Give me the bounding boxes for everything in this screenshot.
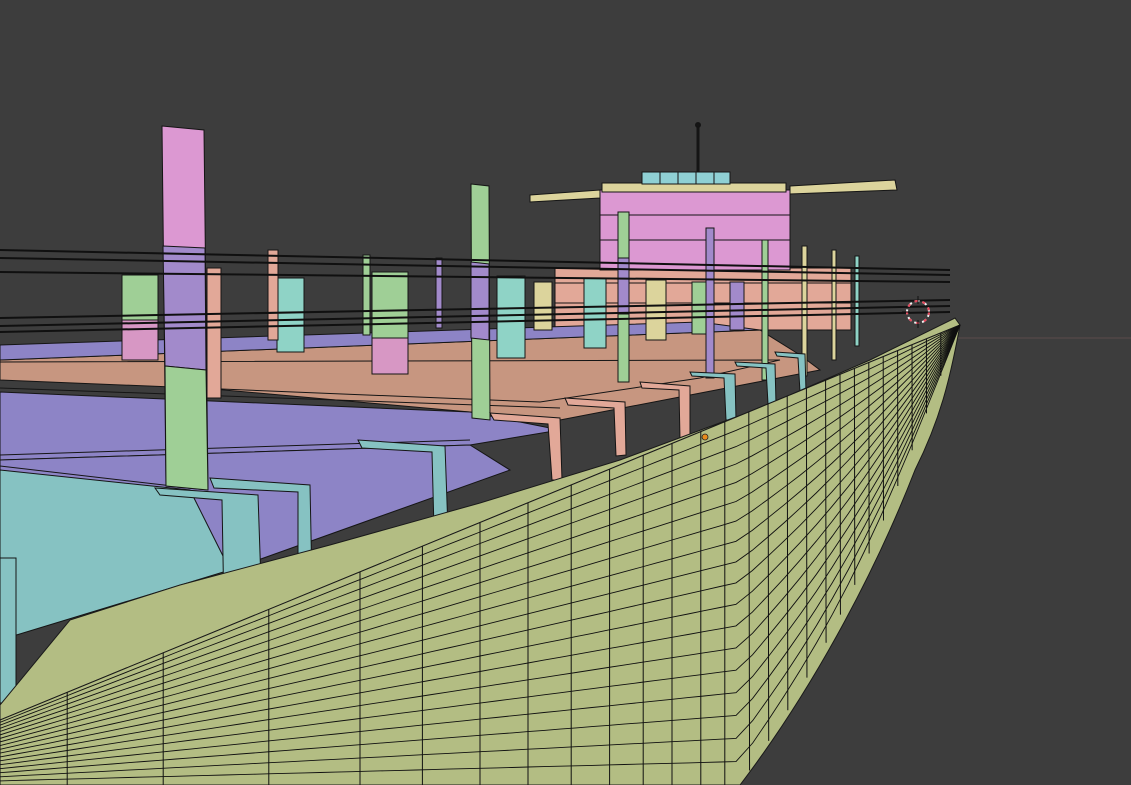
scene-canvas[interactable] (0, 0, 1131, 785)
bridge-windows (641, 171, 731, 185)
object-origin-icon (701, 433, 709, 441)
viewport-3d[interactable] (0, 0, 1131, 785)
post-front-left (0, 557, 17, 704)
